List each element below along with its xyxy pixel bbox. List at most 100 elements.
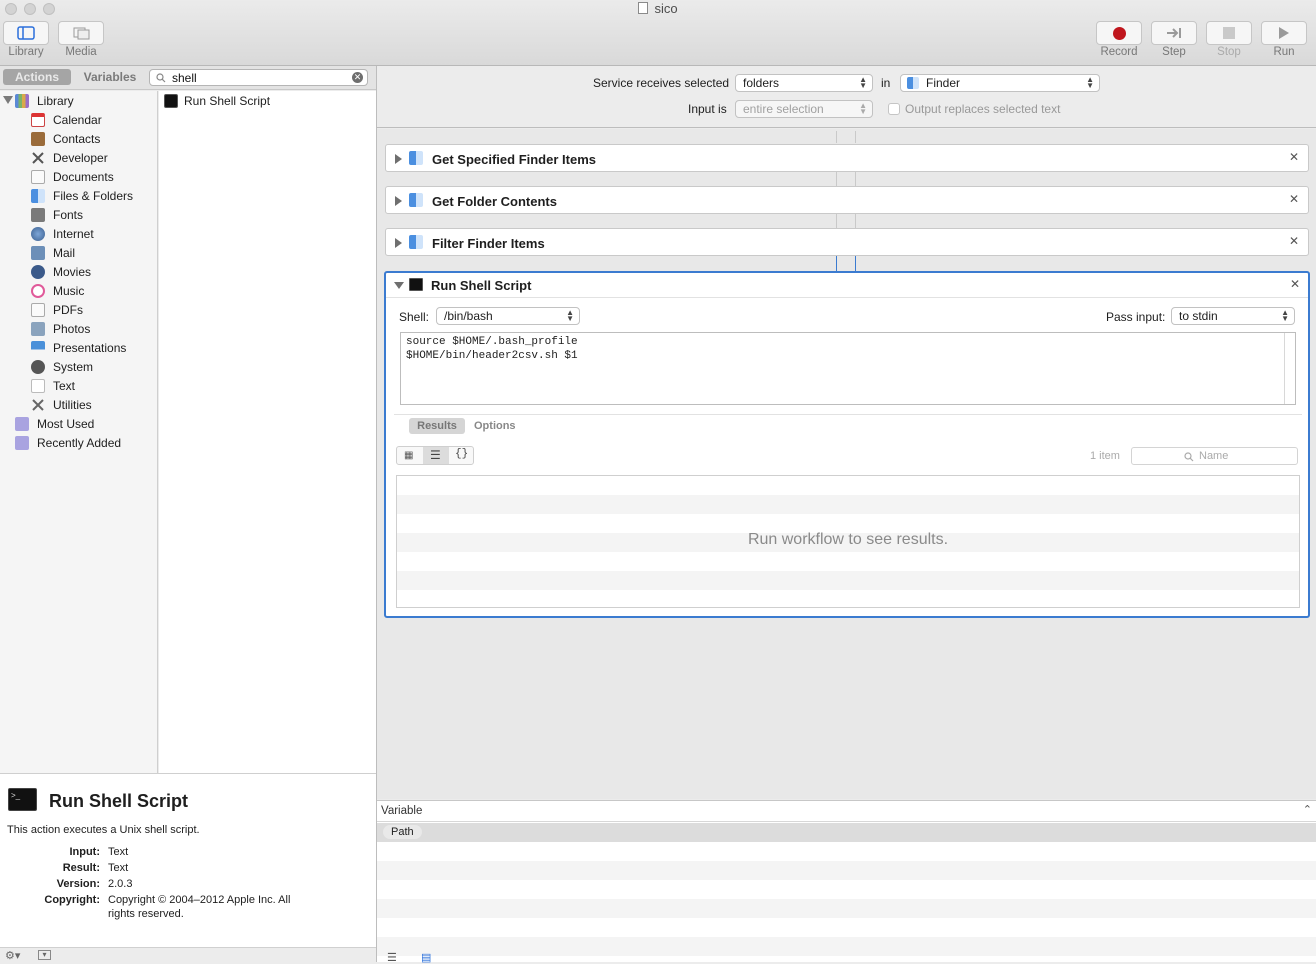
disclosure-closed-icon[interactable] xyxy=(395,196,402,206)
workflow-action[interactable]: Get Folder Contents ✕ xyxy=(385,186,1309,214)
category-developer[interactable]: Developer xyxy=(31,148,108,167)
record-button[interactable] xyxy=(1096,21,1142,45)
category-documents[interactable]: Documents xyxy=(31,167,114,186)
fonts-icon xyxy=(31,207,45,222)
disclosure-open-icon[interactable] xyxy=(394,282,404,289)
close-icon[interactable]: ✕ xyxy=(1289,150,1299,164)
category-mail[interactable]: Mail xyxy=(31,243,75,262)
terminal-icon xyxy=(164,93,178,108)
category-system[interactable]: System xyxy=(31,357,93,376)
pass-input-popup[interactable]: to stdin ▲ ▼ xyxy=(1171,307,1295,325)
category-presentations[interactable]: Presentations xyxy=(31,338,126,357)
category-internet[interactable]: Internet xyxy=(31,224,94,243)
category-files-folders[interactable]: Files & Folders xyxy=(31,186,133,205)
variable-column-header[interactable]: Variable xyxy=(381,805,422,817)
category-movies[interactable]: Movies xyxy=(31,262,91,281)
connector xyxy=(836,256,856,271)
variable-row-selected[interactable]: Path xyxy=(377,823,1316,842)
step-label: Step xyxy=(1162,46,1186,58)
in-app-popup[interactable]: Finder ▲ ▼ xyxy=(900,74,1100,92)
variables-view-icon[interactable]: ▤ xyxy=(421,951,431,964)
library-root-label: Library xyxy=(37,93,74,108)
gear-icon[interactable]: ⚙▾ xyxy=(5,949,20,962)
developer-icon xyxy=(31,151,45,165)
stop-icon xyxy=(1223,27,1235,39)
receives-popup[interactable]: folders ▲ ▼ xyxy=(735,74,873,92)
results-filter-field[interactable]: Name xyxy=(1131,447,1298,465)
action-result-item[interactable]: Run Shell Script xyxy=(164,91,270,110)
input-is-popup[interactable]: entire selection ▲ ▼ xyxy=(735,100,873,118)
code-view-icon[interactable]: {} xyxy=(455,448,468,460)
disclosure-closed-icon[interactable] xyxy=(395,238,402,248)
library-toggle-button[interactable] xyxy=(3,21,49,45)
disclosure-open-icon[interactable] xyxy=(3,96,13,104)
category-contacts[interactable]: Contacts xyxy=(31,129,100,148)
finder-icon xyxy=(409,193,423,207)
popup-arrows-icon: ▲ ▼ xyxy=(1086,75,1094,90)
divider xyxy=(386,297,1308,298)
shell-label: Shell: xyxy=(399,310,430,324)
stop-label: Stop xyxy=(1217,46,1241,58)
tab-results[interactable]: Results xyxy=(409,418,465,434)
window-title: sico xyxy=(654,1,678,16)
finder-icon xyxy=(31,188,45,203)
terminal-icon: >_ xyxy=(8,788,37,811)
description-toggle-icon[interactable]: ▾ xyxy=(38,950,51,960)
tab-variables[interactable]: Variables xyxy=(76,69,144,85)
disclosure-closed-icon[interactable] xyxy=(395,154,402,164)
step-button[interactable] xyxy=(1151,21,1197,45)
action-search-field[interactable]: ✕ xyxy=(149,69,368,86)
action-title: Run Shell Script xyxy=(431,278,532,293)
record-label: Record xyxy=(1100,46,1138,58)
mail-icon xyxy=(31,245,45,260)
finder-icon xyxy=(409,235,423,249)
pdf-icon xyxy=(31,302,45,317)
run-button[interactable] xyxy=(1261,21,1307,45)
category-fonts[interactable]: Fonts xyxy=(31,205,83,224)
workflow-action[interactable]: Filter Finder Items ✕ xyxy=(385,228,1309,256)
media-button[interactable] xyxy=(58,21,104,45)
workflow-action[interactable]: Get Specified Finder Items ✕ xyxy=(385,144,1309,172)
close-icon[interactable]: ✕ xyxy=(1289,192,1299,206)
grid-view-icon[interactable]: ▦ xyxy=(404,450,413,461)
music-icon xyxy=(31,283,45,298)
shell-popup[interactable]: /bin/bash ▲ ▼ xyxy=(436,307,580,325)
log-view-icon[interactable]: ☰ xyxy=(387,951,397,964)
receives-label: Service receives selected xyxy=(593,76,730,90)
movies-icon xyxy=(31,264,45,279)
globe-icon xyxy=(31,226,45,241)
sort-chevron-icon[interactable]: ⌃ xyxy=(1303,803,1312,816)
category-music[interactable]: Music xyxy=(31,281,84,300)
results-view: Run workflow to see results. xyxy=(396,475,1300,608)
category-utilities[interactable]: Utilities xyxy=(31,395,92,414)
category-pdfs[interactable]: PDFs xyxy=(31,300,83,319)
tab-actions[interactable]: Actions xyxy=(3,69,71,85)
close-icon[interactable]: ✕ xyxy=(1289,234,1299,248)
action-results-list: Run Shell Script xyxy=(159,91,376,773)
step-icon xyxy=(1167,28,1181,38)
stop-button[interactable] xyxy=(1206,21,1252,45)
input-is-label: Input is xyxy=(688,102,727,116)
presentations-icon xyxy=(31,340,45,355)
script-editor[interactable]: source $HOME/.bash_profile $HOME/bin/hea… xyxy=(400,332,1296,405)
clear-search-icon[interactable]: ✕ xyxy=(352,72,363,83)
smart-group-recently-added[interactable]: Recently Added xyxy=(15,433,121,452)
popup-arrows-icon: ▲ ▼ xyxy=(566,308,574,323)
tab-options[interactable]: Options xyxy=(474,420,516,432)
smart-folder-icon xyxy=(15,416,29,431)
category-photos[interactable]: Photos xyxy=(31,319,90,338)
library-root-item[interactable]: Library xyxy=(15,91,74,110)
close-icon[interactable]: ✕ xyxy=(1290,277,1300,291)
variable-token[interactable]: Path xyxy=(383,825,422,839)
variables-panel: Variable ⌃ Path ☰ ▤ xyxy=(377,800,1316,964)
category-text[interactable]: Text xyxy=(31,376,75,395)
category-calendar[interactable]: Calendar xyxy=(31,110,102,129)
library-icon xyxy=(17,26,35,40)
output-replaces-checkbox[interactable] xyxy=(888,103,900,115)
run-label: Run xyxy=(1273,46,1295,58)
result-value: Text xyxy=(108,862,129,874)
calendar-icon xyxy=(31,112,45,127)
search-input[interactable] xyxy=(172,71,352,85)
smart-group-most-used[interactable]: Most Used xyxy=(15,414,94,433)
list-view-icon[interactable]: ☰ xyxy=(430,448,441,462)
